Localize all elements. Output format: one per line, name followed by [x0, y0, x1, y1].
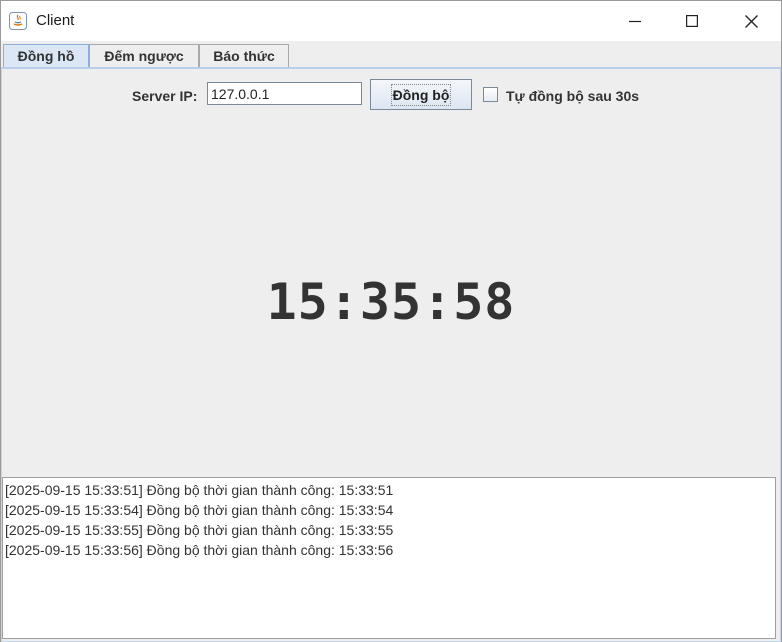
sync-button-label: Đồng bộ [390, 83, 452, 106]
minimize-icon [629, 20, 641, 23]
tab-dem-nguoc[interactable]: Đếm ngược [89, 44, 199, 67]
tab-strip: Đồng hồ Đếm ngược Báo thức [1, 41, 781, 67]
tab-dong-ho[interactable]: Đồng hồ [3, 44, 89, 67]
title-bar[interactable]: Client [1, 1, 781, 41]
minimize-button[interactable] [607, 1, 663, 41]
clock-display: 15:35:58 [266, 273, 516, 331]
log-line: [2025-09-15 15:33:51] Đồng bộ thời gian … [5, 482, 394, 498]
maximize-button[interactable] [664, 1, 720, 41]
server-ip-label: Server IP: [132, 88, 198, 104]
maximize-icon [686, 15, 698, 27]
window-title: Client [36, 12, 75, 29]
close-icon [744, 14, 758, 28]
tab-bao-thuc[interactable]: Báo thức [199, 44, 289, 67]
sync-button[interactable]: Đồng bộ [370, 79, 472, 110]
auto-sync-checkbox[interactable] [483, 87, 498, 102]
client-window: Client Đồng hồ Đếm ngược Báo thức Server… [0, 0, 782, 642]
close-button[interactable] [723, 1, 779, 41]
log-line: [2025-09-15 15:33:56] Đồng bộ thời gian … [5, 542, 394, 558]
log-line: [2025-09-15 15:33:54] Đồng bộ thời gian … [5, 502, 394, 518]
java-app-icon [9, 12, 27, 30]
server-ip-input[interactable] [207, 82, 362, 105]
sync-log-textarea[interactable]: [2025-09-15 15:33:51] Đồng bộ thời gian … [2, 477, 776, 639]
auto-sync-label: Tự đồng bộ sau 30s [506, 88, 640, 104]
log-line: [2025-09-15 15:33:55] Đồng bộ thời gian … [5, 522, 394, 538]
